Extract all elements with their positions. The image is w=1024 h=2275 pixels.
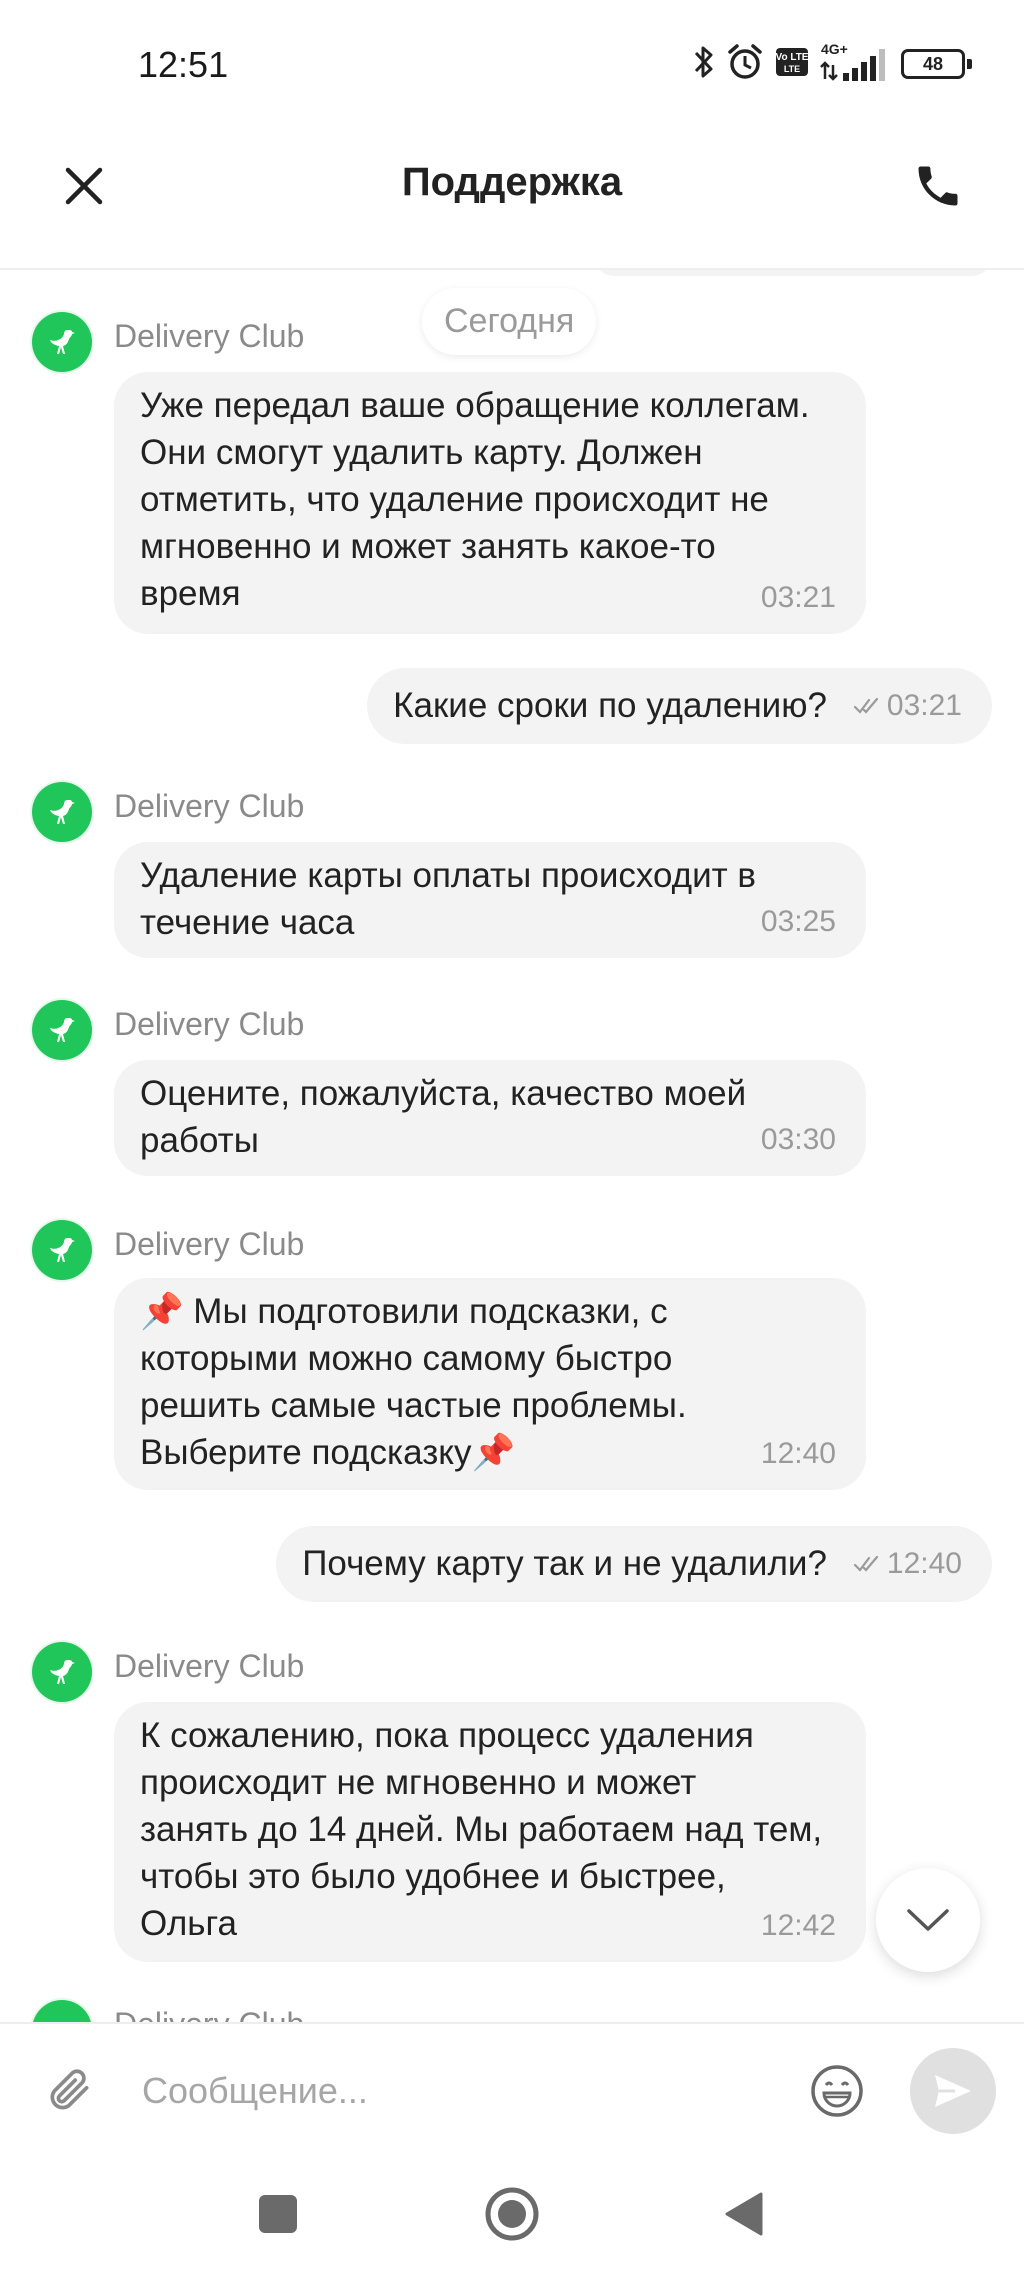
message-input[interactable] [140, 2054, 784, 2128]
message-time: 12:42 [760, 1909, 836, 1942]
send-icon [935, 2075, 971, 2107]
ostrich-logo-icon [50, 800, 75, 824]
incoming-message: Оцените, пожалуйста, качество моей работ… [114, 1060, 866, 1176]
status-time: 12:51 [138, 44, 229, 85]
bluetooth-icon [693, 44, 715, 85]
chat-header: Поддержка [0, 110, 1024, 270]
message-text: Почему карту так и не удалили? [302, 1544, 827, 1583]
sender-name: Delivery Club [114, 2006, 304, 2022]
sender-name: Delivery Club [114, 1006, 305, 1042]
sender-name: Delivery Club [114, 318, 305, 354]
system-navigation-bar [0, 2152, 1024, 2275]
incoming-message: Удаление карты оплаты происходит в течен… [114, 842, 866, 958]
avatar [32, 1220, 92, 1280]
alarm-icon [725, 43, 765, 86]
recents-square-icon [259, 2195, 297, 2233]
scroll-to-bottom-button[interactable] [876, 1868, 980, 1972]
emoji-button[interactable] [806, 2060, 868, 2122]
message-meta: 12:40 [853, 1547, 962, 1581]
message-time: 03:25 [760, 905, 836, 938]
incoming-message: 📌 Мы подготовили подсказки, с которыми м… [114, 1278, 866, 1490]
call-button[interactable] [908, 156, 968, 216]
message-time: 12:40 [760, 1437, 836, 1470]
message-time: 03:21 [886, 689, 962, 722]
message-text: 📌 Мы подготовили подсказки, с которыми м… [140, 1292, 687, 1472]
date-divider: Сегодня [422, 288, 597, 355]
attach-button[interactable] [40, 2062, 100, 2122]
ostrich-logo-icon [50, 1238, 75, 1262]
message-text: Какие сроки по удалению? [393, 686, 827, 725]
message-text: Уже передал ваше обращение коллегам. Они… [140, 386, 810, 613]
ostrich-logo-icon [50, 330, 75, 354]
outgoing-message: Какие сроки по удалению? 03:21 [367, 668, 992, 744]
volte-icon: Vo LTE LTE [775, 47, 809, 82]
message-time: 12:40 [886, 1547, 962, 1580]
avatar [32, 312, 92, 372]
previous-message-bubble [592, 270, 994, 276]
back-button[interactable] [712, 2182, 776, 2246]
signal-icon: 4G+ [819, 41, 891, 83]
sender-name: Delivery Club [114, 1648, 305, 1684]
status-bar: 12:51 Vo LTE LTE 4G+ 48 [0, 0, 1024, 110]
double-check-icon [853, 697, 879, 714]
incoming-message: Уже передал ваше обращение коллегам. Они… [114, 372, 866, 634]
message-time: 03:30 [760, 1123, 836, 1156]
paperclip-icon [50, 2069, 89, 2110]
battery-level: 48 [901, 49, 965, 79]
back-triangle-icon [725, 2192, 763, 2236]
ostrich-logo-icon [50, 1660, 75, 1684]
volte-label: Vo LTE [776, 52, 809, 63]
status-icons: Vo LTE LTE 4G+ 48 [693, 41, 972, 86]
chevron-down-icon [907, 1909, 949, 1931]
phone-icon [918, 166, 958, 206]
sender-name: Delivery Club [114, 1226, 305, 1262]
home-circle-icon [485, 2187, 539, 2241]
sender-name: Delivery Club [114, 788, 305, 824]
send-button[interactable] [910, 2048, 996, 2134]
chat-messages[interactable]: Delivery Club Уже передал ваше обращение… [0, 270, 1024, 2022]
ostrich-logo-icon [50, 1018, 75, 1042]
avatar [32, 782, 92, 842]
message-text: Оцените, пожалуйста, качество моей работ… [140, 1074, 747, 1160]
incoming-message: К сожалению, пока процесс удаления проис… [114, 1702, 866, 1962]
avatar [32, 1000, 92, 1060]
svg-text:LTE: LTE [784, 64, 800, 74]
home-button[interactable] [480, 2182, 544, 2246]
message-time: 03:21 [760, 581, 836, 614]
battery-icon: 48 [901, 49, 972, 79]
avatar [32, 1642, 92, 1702]
avatar [32, 2000, 92, 2022]
message-text: Удаление карты оплаты происходит в течен… [140, 856, 757, 942]
double-check-icon [853, 1555, 879, 1572]
emoji-icon [811, 2065, 863, 2117]
recents-button[interactable] [246, 2182, 310, 2246]
page-title: Поддержка [401, 160, 623, 204]
message-text: К сожалению, пока процесс удаления проис… [140, 1716, 823, 1943]
outgoing-message: Почему карту так и не удалили? 12:40 [276, 1526, 992, 1602]
message-composer [0, 2022, 1024, 2154]
message-meta: 03:21 [853, 689, 962, 723]
